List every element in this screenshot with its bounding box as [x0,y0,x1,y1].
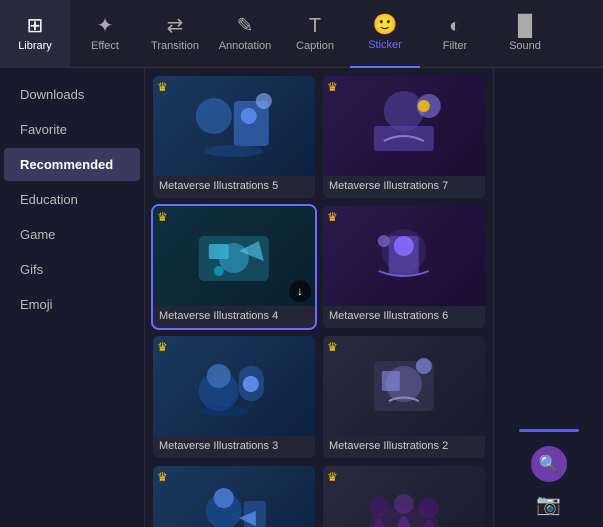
sidebar-item-emoji[interactable]: Emoji [4,288,140,321]
card-mv2-label: Metaverse Illustrations 2 [323,436,485,458]
download-indicator-mv4: ↓ [289,280,311,302]
crown-badge-mv1: ♛ [157,470,168,484]
card-mv5-thumb: ♛ [153,76,315,176]
crown-badge-mv4: ♛ [157,210,168,224]
toolbar-item-annotation[interactable]: ✎ Annotation [210,0,280,68]
crown-badge-mv3: ♛ [157,340,168,354]
card-mv7-label: Metaverse Illustrations 7 [323,176,485,198]
filter-icon: ◐ [449,16,461,36]
card-mv3[interactable]: ♛ Metaverse Illustrations 3 [153,336,315,458]
card-mv6[interactable]: ♛ Metaverse Illustrations 6 [323,206,485,328]
card-mv4-illustration [169,216,299,296]
card-mv5-illustration [169,86,299,166]
card-mv1-thumb: ♛ [153,466,315,527]
sidebar-item-education[interactable]: Education [4,183,140,216]
sidebar-item-recommended[interactable]: Recommended [4,148,140,181]
toolbar-item-effect[interactable]: ✦ Effect [70,0,140,68]
toolbar-label-filter: Filter [443,40,467,52]
card-mv2-thumb: ♛ [323,336,485,436]
camera-button[interactable]: 📷 [536,492,561,517]
card-mv2[interactable]: ♛ Metaverse Illustrations 2 [323,336,485,458]
toolbar: ⊞ Library ✦ Effect ⇄ Transition ✎ Annota… [0,0,603,68]
search-button[interactable]: 🔍 [531,446,567,482]
sticker-grid: ♛ Metaverse Illustrations 5 ♛ [153,76,485,527]
main-area: Downloads Favorite Recommended Education… [0,68,603,527]
card-mask[interactable]: ♛ Mas [323,466,485,527]
card-mv6-illustration [339,216,469,296]
sidebar-item-favorite[interactable]: Favorite [4,113,140,146]
effect-icon: ✦ [97,16,114,36]
toolbar-item-caption[interactable]: T Caption [280,0,350,68]
card-mv3-illustration [169,346,299,426]
card-mv4[interactable]: ♛ ↓ Metaverse Illustrations 4 [153,206,315,328]
toolbar-item-sound[interactable]: ▐▌ Sound [490,0,560,68]
card-mask-thumb: ♛ [323,466,485,527]
right-panel-bar [519,429,579,432]
crown-badge-mv7: ♛ [327,80,338,94]
toolbar-item-transition[interactable]: ⇄ Transition [140,0,210,68]
toolbar-label-effect: Effect [91,40,119,52]
card-mv2-illustration [339,346,469,426]
card-mv3-thumb: ♛ [153,336,315,436]
card-mv3-label: Metaverse Illustrations 3 [153,436,315,458]
library-icon: ⊞ [27,16,44,36]
toolbar-item-library[interactable]: ⊞ Library [0,0,70,68]
sidebar-item-game[interactable]: Game [4,218,140,251]
toolbar-label-transition: Transition [151,40,199,52]
content-area: ♛ Metaverse Illustrations 5 ♛ [145,68,493,527]
sidebar-item-downloads[interactable]: Downloads [4,78,140,111]
transition-icon: ⇄ [167,16,184,36]
toolbar-label-library: Library [18,40,52,52]
card-mv6-thumb: ♛ [323,206,485,306]
card-mv7-illustration [339,86,469,166]
toolbar-item-sticker[interactable]: 🙂 Sticker [350,0,420,68]
sidebar-item-gifs[interactable]: Gifs [4,253,140,286]
crown-badge-mv2: ♛ [327,340,338,354]
card-mv1[interactable]: ♛ Metaverse Illustrations 1 [153,466,315,527]
toolbar-label-sticker: Sticker [368,39,402,51]
card-mv6-label: Metaverse Illustrations 6 [323,306,485,328]
toolbar-label-annotation: Annotation [219,40,272,52]
card-mv4-thumb: ♛ ↓ [153,206,315,306]
sticker-icon: 🙂 [373,15,398,35]
caption-icon: T [309,16,321,36]
toolbar-item-filter[interactable]: ◐ Filter [420,0,490,68]
crown-badge-mv5: ♛ [157,80,168,94]
card-mv5-label: Metaverse Illustrations 5 [153,176,315,198]
toolbar-label-caption: Caption [296,40,334,52]
crown-badge-mv6: ♛ [327,210,338,224]
card-mask-illustration [339,476,469,527]
card-mv4-label: Metaverse Illustrations 4 [153,306,315,328]
toolbar-label-sound: Sound [509,40,541,52]
crown-badge-mask: ♛ [327,470,338,484]
card-mv7-thumb: ♛ [323,76,485,176]
annotation-icon: ✎ [237,16,254,36]
sound-icon: ▐▌ [511,16,539,36]
card-mv7[interactable]: ♛ Metaverse Illustrations 7 [323,76,485,198]
card-mv1-illustration [169,476,299,527]
sidebar: Downloads Favorite Recommended Education… [0,68,145,527]
right-panel: 🔍 📷 [493,68,603,527]
right-panel-actions: 🔍 📷 [519,429,579,517]
card-mv5[interactable]: ♛ Metaverse Illustrations 5 [153,76,315,198]
